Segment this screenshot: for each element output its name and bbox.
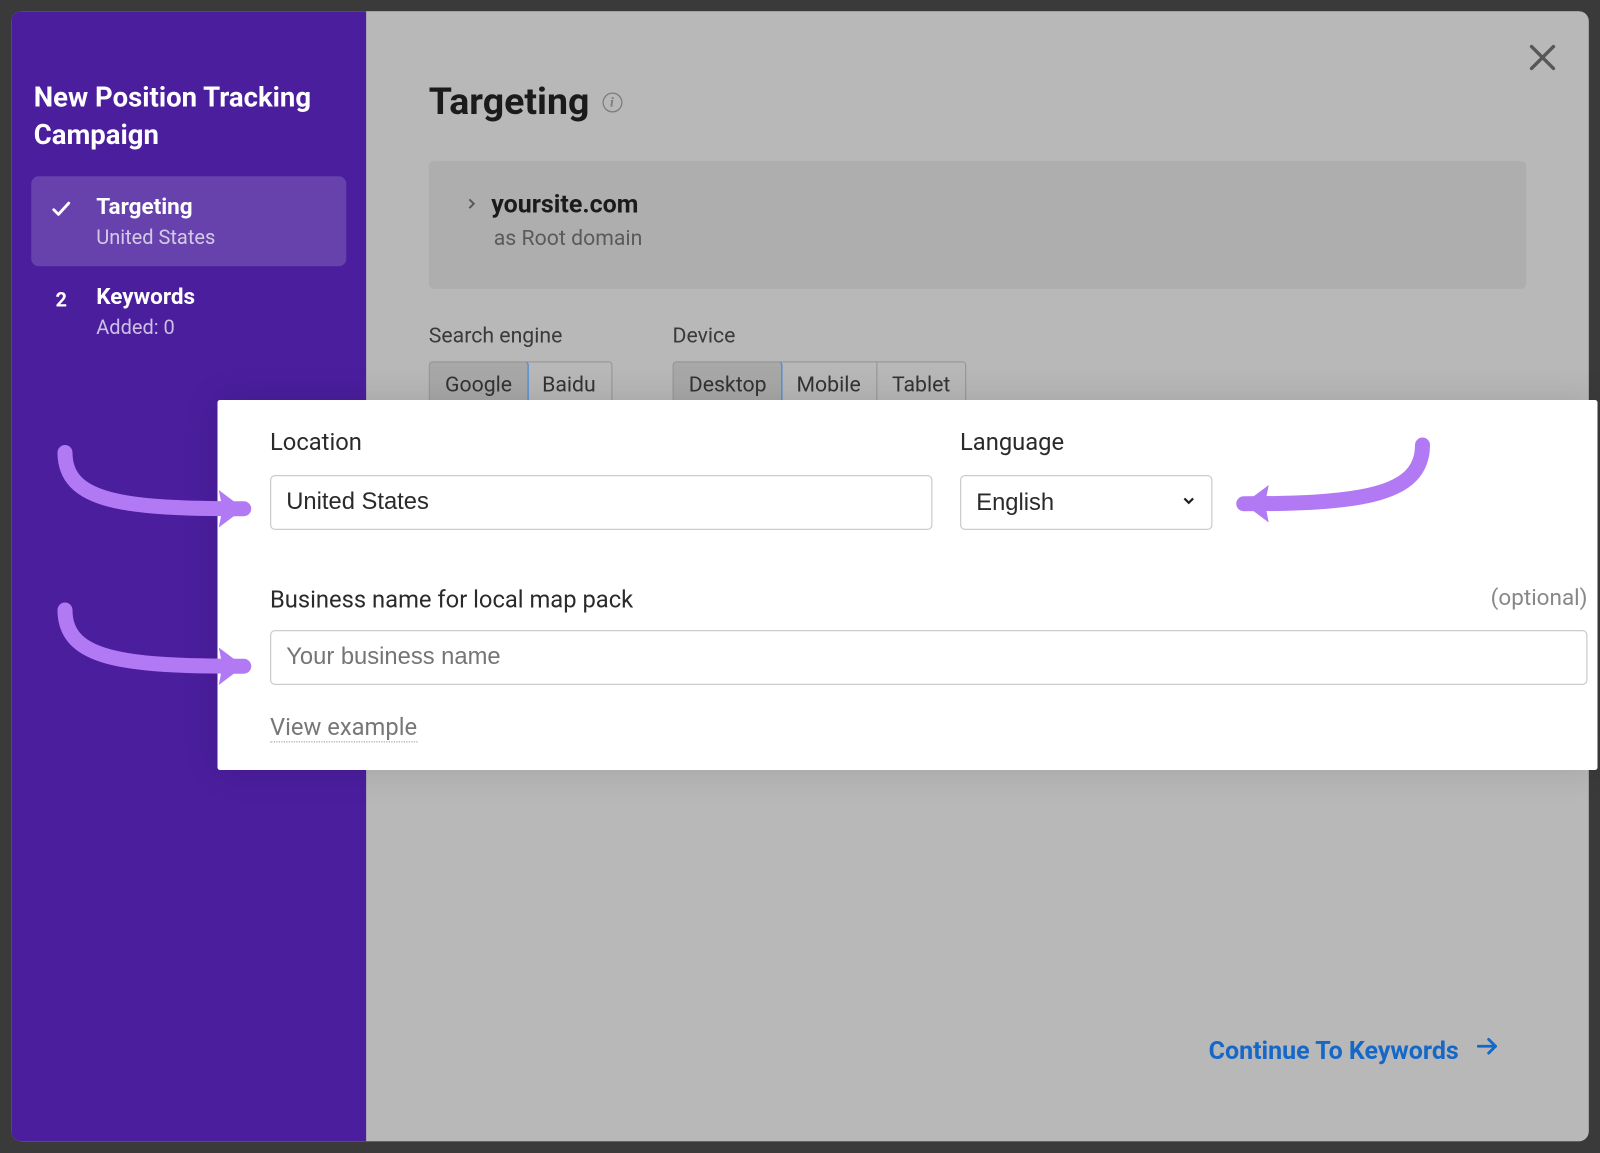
step-keywords[interactable]: 2 Keywords Added: 0 [31, 267, 346, 357]
close-button[interactable] [1524, 39, 1562, 77]
step-subtext: United States [96, 225, 215, 249]
device-label: Device [673, 324, 967, 349]
step-targeting[interactable]: Targeting United States [31, 177, 346, 267]
continue-button[interactable]: Continue To Keywords [1209, 1033, 1502, 1067]
highlighted-fields: Location Language English Business name … [218, 400, 1598, 770]
step-label: Targeting [96, 194, 215, 220]
check-icon [49, 197, 74, 222]
location-label: Location [270, 428, 362, 457]
device-section: Device Desktop Mobile Tablet [673, 324, 967, 409]
chevron-right-icon [464, 192, 479, 216]
info-icon[interactable]: i [602, 92, 622, 112]
language-label: Language [960, 428, 1064, 457]
search-engine-label: Search engine [429, 324, 612, 349]
language-select[interactable]: English [960, 475, 1213, 530]
arrow-right-icon [1474, 1033, 1502, 1067]
business-label: Business name for local map pack [270, 585, 633, 614]
continue-label: Continue To Keywords [1209, 1034, 1459, 1064]
view-example-link[interactable]: View example [270, 713, 417, 743]
step-label: Keywords [96, 284, 195, 310]
page-title: Targeting i [429, 80, 622, 124]
sidebar-title: New Position Tracking Campaign [31, 80, 346, 177]
search-engine-section: Search engine Google Baidu [429, 324, 612, 409]
step-subtext: Added: 0 [96, 315, 195, 339]
optional-label: (optional) [1491, 585, 1588, 611]
domain-summary[interactable]: yoursite.com as Root domain [429, 161, 1527, 289]
location-input[interactable] [270, 475, 933, 530]
step-number: 2 [49, 287, 74, 312]
page-title-text: Targeting [429, 80, 590, 124]
domain-name: yoursite.com [491, 189, 638, 219]
domain-subtext: as Root domain [494, 226, 1492, 251]
business-input[interactable] [270, 630, 1588, 685]
